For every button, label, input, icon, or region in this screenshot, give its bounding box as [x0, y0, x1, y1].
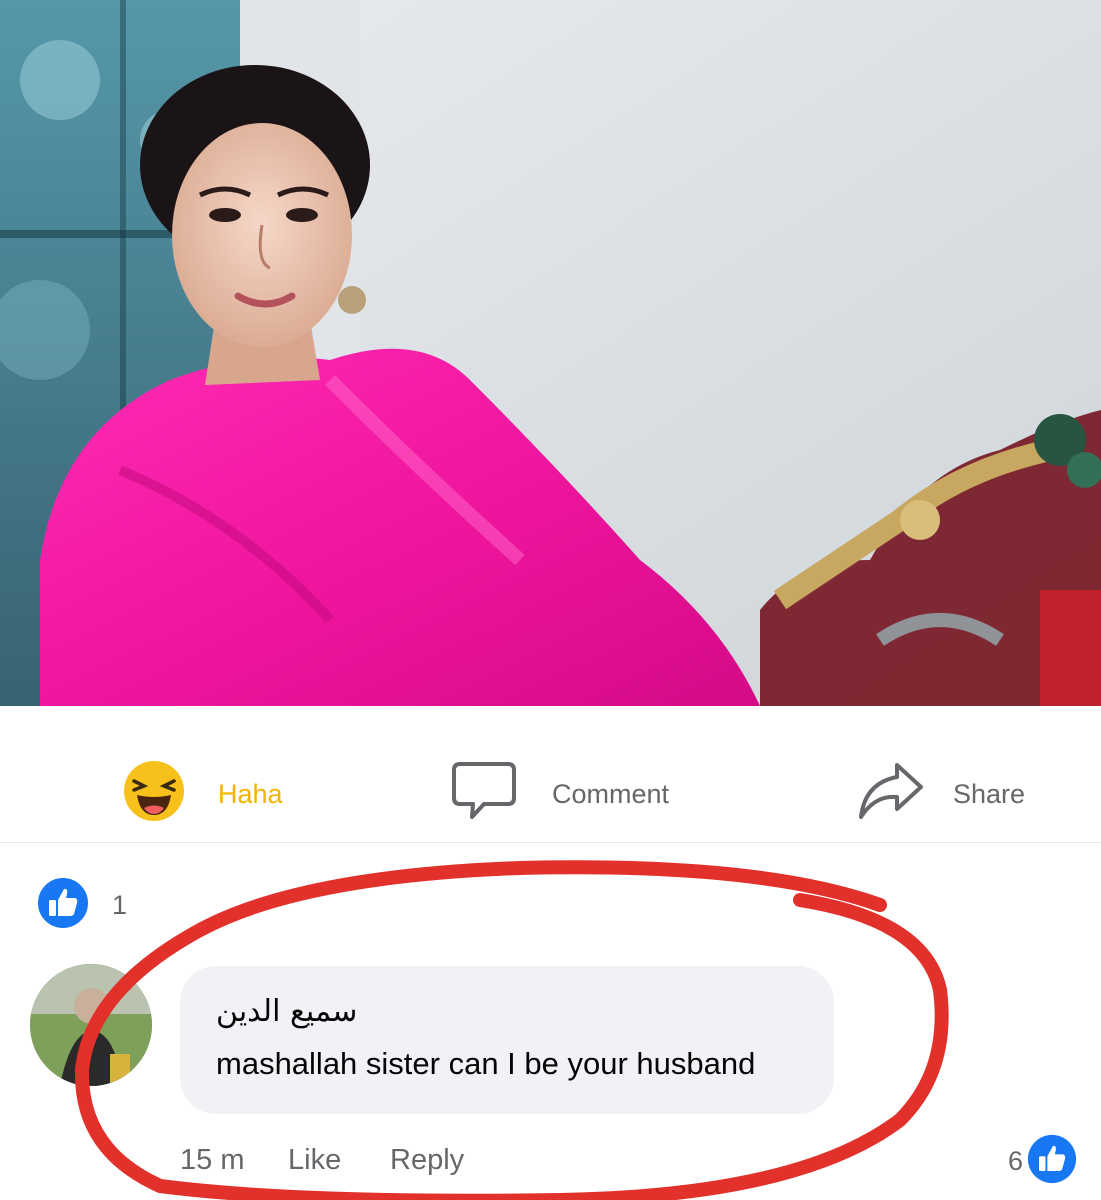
post-action-bar: Haha Comment Share [0, 706, 1101, 843]
comment-bubble[interactable]: سميع الدين mashallah sister can I be you… [180, 966, 834, 1114]
comment-like-button[interactable]: Like [288, 1144, 341, 1177]
comment-label: Comment [552, 778, 670, 809]
like-thumb-icon [36, 876, 90, 935]
comment-icon [450, 760, 518, 829]
share-icon [857, 761, 925, 828]
comment-timestamp: 15 m [180, 1144, 245, 1176]
comment-button[interactable]: Comment [450, 754, 669, 834]
comment-like-count[interactable]: 6 [1008, 1134, 1077, 1189]
like-thumb-icon [1027, 1134, 1077, 1189]
commenter-avatar[interactable] [30, 964, 152, 1086]
comment-text: mashallah sister can I be your husband [216, 1046, 756, 1081]
haha-label: Haha [218, 778, 283, 809]
comment-author[interactable]: سميع الدين [216, 994, 357, 1029]
comment-like-count-value: 6 [1008, 1146, 1024, 1176]
reactions-summary[interactable]: 1 [36, 876, 127, 935]
reaction-count: 1 [112, 890, 128, 920]
share-button[interactable]: Share [857, 754, 1025, 834]
comment-reply-button[interactable]: Reply [390, 1144, 464, 1177]
post-photo[interactable] [0, 0, 1101, 706]
haha-reaction-button[interactable]: Haha [122, 754, 283, 834]
share-label: Share [953, 778, 1026, 809]
haha-emoji-icon [122, 759, 186, 830]
photo-illustration [0, 0, 1101, 706]
